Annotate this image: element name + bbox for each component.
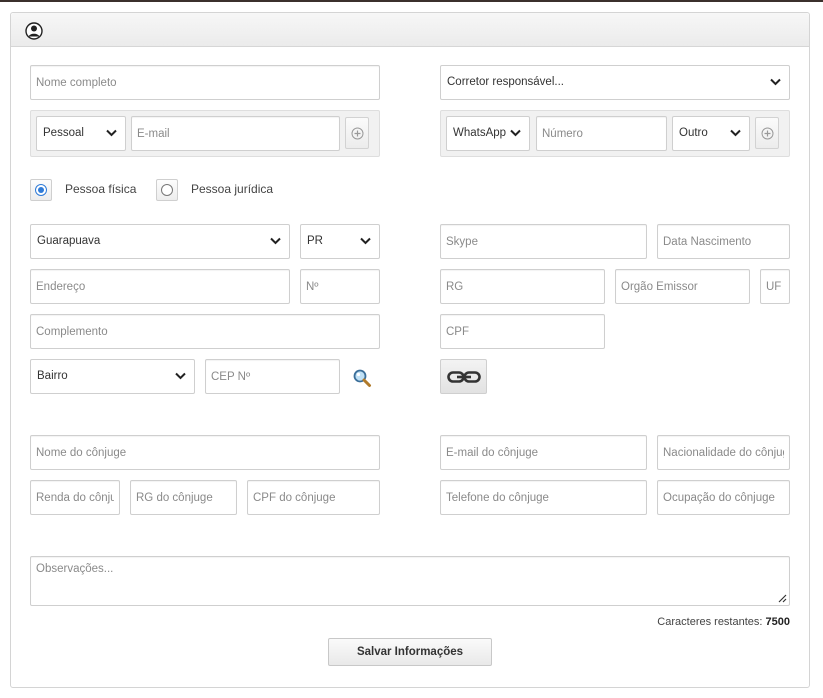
uf-input[interactable] [761,270,789,303]
phone-number-field[interactable] [536,116,667,151]
phone-kind-select[interactable]: Outro [672,116,750,151]
issuer-field[interactable] [615,269,750,304]
chevron-down-icon [510,129,521,137]
spouse-email-input[interactable] [441,436,646,469]
spouse-phone-input[interactable] [441,481,646,514]
phone-type-value: WhatsApp [453,127,507,139]
birth-date-field[interactable] [657,224,790,259]
spouse-name-input[interactable] [31,436,379,469]
resize-handle-icon[interactable] [777,593,787,603]
user-icon [25,22,43,40]
phone-kind-value: Outro [679,127,708,139]
person-legal-label: Pessoa jurídica [191,182,274,196]
phone-type-select[interactable]: WhatsApp [446,116,530,151]
notes-field[interactable] [30,556,790,606]
chevron-down-icon [270,237,281,245]
issuer-input[interactable] [616,270,749,303]
spouse-phone-field[interactable] [440,480,647,515]
cep-field[interactable] [205,359,340,394]
email-type-select[interactable]: Pessoal [36,116,126,151]
spouse-rg-input[interactable] [131,481,236,514]
person-physical-radio[interactable] [30,179,52,201]
top-border-line [0,0,823,2]
skype-field[interactable] [440,224,647,259]
spouse-cpf-field[interactable] [247,480,380,515]
add-email-button[interactable] [345,117,369,149]
address-input[interactable] [31,270,289,303]
spouse-income-field[interactable] [30,480,120,515]
cpf-input[interactable] [441,315,604,348]
person-physical-label: Pessoa física [65,182,137,196]
email-type-value: Pessoal [43,127,84,139]
neighborhood-select[interactable]: Bairro [30,359,195,394]
email-field[interactable] [131,116,340,151]
chevron-down-icon [770,78,781,86]
chevron-down-icon [175,372,186,380]
uf-field[interactable] [760,269,790,304]
remaining-count: 7500 [765,616,790,628]
spouse-rg-field[interactable] [130,480,237,515]
complement-field[interactable] [30,314,380,349]
chevron-down-icon [730,129,741,137]
spouse-name-field[interactable] [30,435,380,470]
city-value: Guarapuava [37,235,101,247]
full-name-field[interactable] [30,65,380,100]
spouse-income-input[interactable] [31,481,119,514]
complement-input[interactable] [31,315,379,348]
rg-input[interactable] [441,270,604,303]
chevron-down-icon [360,237,371,245]
spouse-nationality-input[interactable] [658,436,789,469]
cep-input[interactable] [206,360,339,393]
remaining-label: Caracteres restantes: [657,616,763,628]
cpf-field[interactable] [440,314,605,349]
address-number-input[interactable] [301,270,379,303]
state-value: PR [307,235,323,247]
spouse-occupation-input[interactable] [658,481,789,514]
remaining-characters: Caracteres restantes: 7500 [657,616,790,628]
chevron-down-icon [106,129,117,137]
panel-header [11,13,809,47]
magnifier-icon[interactable] [352,368,372,388]
email-input[interactable] [132,117,339,150]
spouse-occupation-field[interactable] [657,480,790,515]
phone-number-input[interactable] [537,117,666,150]
chain-link-icon [447,371,481,383]
broker-select[interactable]: Corretor responsável... [440,65,790,100]
skype-input[interactable] [441,225,646,258]
notes-textarea[interactable] [31,557,789,605]
city-select[interactable]: Guarapuava [30,224,290,259]
person-legal-radio[interactable] [156,179,178,201]
neighborhood-value: Bairro [37,370,68,382]
add-phone-button[interactable] [755,117,779,149]
spouse-nationality-field[interactable] [657,435,790,470]
rg-field[interactable] [440,269,605,304]
link-button[interactable] [440,359,487,394]
birth-date-input[interactable] [658,225,789,258]
address-number-field[interactable] [300,269,380,304]
spouse-cpf-input[interactable] [248,481,379,514]
save-button[interactable]: Salvar Informações [328,638,492,666]
address-field[interactable] [30,269,290,304]
spouse-email-field[interactable] [440,435,647,470]
full-name-input[interactable] [31,66,379,99]
plus-circle-icon [761,127,774,140]
plus-circle-icon [351,127,364,140]
state-select[interactable]: PR [300,224,380,259]
broker-select-value: Corretor responsável... [447,76,564,88]
